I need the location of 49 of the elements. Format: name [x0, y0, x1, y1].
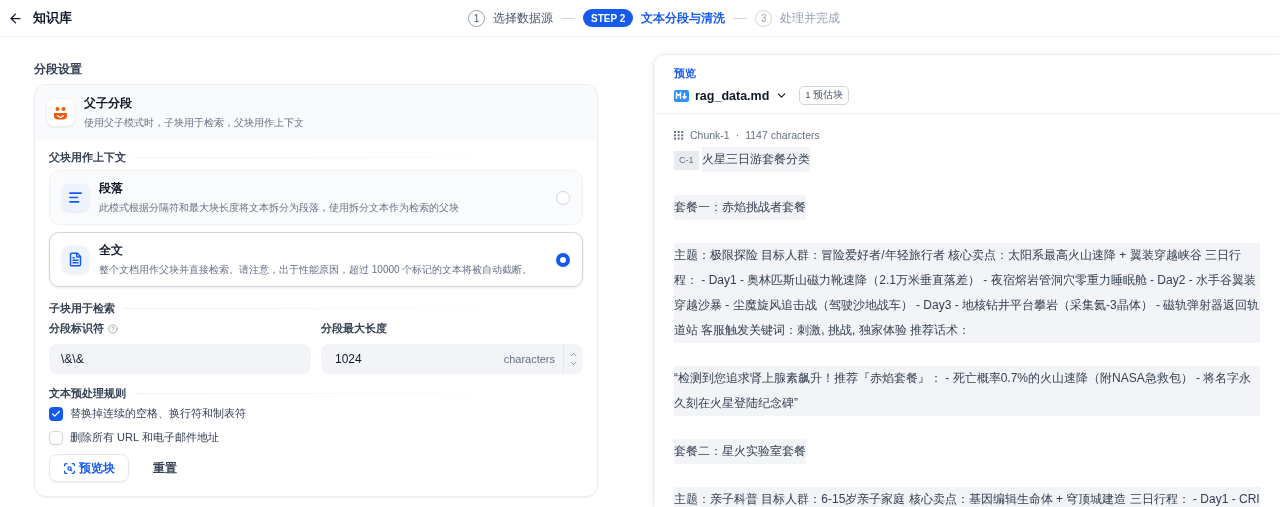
mode-title: 父子分段 [84, 95, 133, 112]
step-number: STEP 2 [583, 9, 634, 27]
meta-separator: · [735, 129, 740, 141]
document-icon [68, 252, 83, 267]
subsection-heading: 父块用作上下文 [49, 150, 126, 165]
option-title: 全文 [99, 242, 124, 259]
chunk-text: 主题：极限探险 目标人群：冒险爱好者/年轻旅行者 核心卖点：太阳系最高火山速降 + 翼装穿越峡谷 三日行程： - Day1 - 奥林匹斯山磁力靴速降（2.1万米垂直落差） - 夜宿熔岩管洞穴零重力睡眠舱 - Day2 - 水手谷翼装穿越沙暴 - 尘魔旋风追击战（驾驶沙地战车） - Day3 - 地核钻井平台攀岩（采集氦-3晶体） - 磁轨弹射器返回轨道站 客服触发关键词：刺激, 挑战, 独家体验 推荐话术： [674, 243, 1260, 343]
back-icon[interactable] [8, 10, 23, 26]
section-heading: 分段设置 [34, 61, 83, 78]
chunk-text: 火星三日游套餐分类 [701, 147, 810, 172]
preview-button[interactable]: 预览块 [49, 454, 129, 482]
chunk-tag: C-1 [674, 151, 699, 170]
subsection-heading: 子块用于检索 [49, 301, 115, 316]
subsection-heading: 文本预处理规则 [49, 386, 126, 401]
chunk-size: 1147 characters [745, 129, 820, 141]
field-label: 分段最大长度 [321, 321, 387, 336]
option-card[interactable]: 全文 整个文档用作父块并直接检索。请注意，出于性能原因，超过 10000 个标记的文本将被自动截断。 [49, 232, 583, 287]
file-name[interactable]: rag_data.md [695, 88, 770, 103]
paragraph-icon [68, 190, 83, 205]
unit-label: characters [503, 344, 563, 374]
markdown-file-icon [674, 89, 689, 102]
step-label: 文本分段与清洗 [641, 10, 726, 26]
mode-description: 使用父子模式时，子块用于检索，父块用作上下文 [84, 116, 304, 130]
option-title: 段落 [99, 180, 124, 197]
radio-button[interactable] [556, 252, 570, 267]
check-icon [51, 408, 61, 419]
step-label: 选择数据源 [493, 10, 553, 26]
separator-field[interactable]: \&\& [49, 344, 311, 374]
option-description: 整个文档用作父块并直接检索。请注意，出于性能原因，超过 10000 个标记的文本将被自动截断。 [99, 263, 533, 277]
chunk-text: 套餐二：星火实验室套餐 [674, 439, 806, 464]
page-title: 知识库 [33, 9, 72, 27]
chunk-estimate-badge: 1 预估块 [799, 86, 850, 105]
reset-button[interactable]: 重置 [137, 454, 193, 482]
option-card[interactable]: 段落 此模式根据分隔符和最大块长度将文本拆分为段落，使用拆分文本作为检索的父块 [49, 170, 583, 225]
preview-label: 预览 [674, 67, 697, 81]
checkbox[interactable] [49, 406, 63, 421]
chunk-name: Chunk-1 [690, 129, 730, 141]
field-label: 分段标识符 [49, 321, 104, 336]
checkbox-label: 删除所有 URL 和电子邮件地址 [70, 430, 219, 445]
checkbox-label: 替换掉连续的空格、换行符和制表符 [70, 406, 246, 421]
chunk-text: 主题：亲子科普 目标人群：6-15岁亲子家庭 核心卖点：基因编辑生命体 + 穹顶城建造 三日行程： - Day1 - CRI [674, 487, 1260, 507]
chunk-text: “检测到您追求肾上腺素飙升！推荐『赤焰套餐』： - 死亡概率0.7%的火山速降（附NASA急救包） - 将名字永久刻在火星登陆纪念碑” [674, 366, 1260, 416]
max-length-field[interactable]: 1024 [321, 344, 504, 374]
option-description: 此模式根据分隔符和最大块长度将文本拆分为段落，使用拆分文本作为检索的父块 [99, 201, 459, 215]
step-label: 处理并完成 [780, 10, 841, 26]
search-icon [63, 461, 76, 475]
chunk-text: 套餐一：赤焰挑战者套餐 [674, 195, 806, 220]
grid-dots-icon [674, 130, 684, 140]
checkbox[interactable] [49, 430, 63, 445]
